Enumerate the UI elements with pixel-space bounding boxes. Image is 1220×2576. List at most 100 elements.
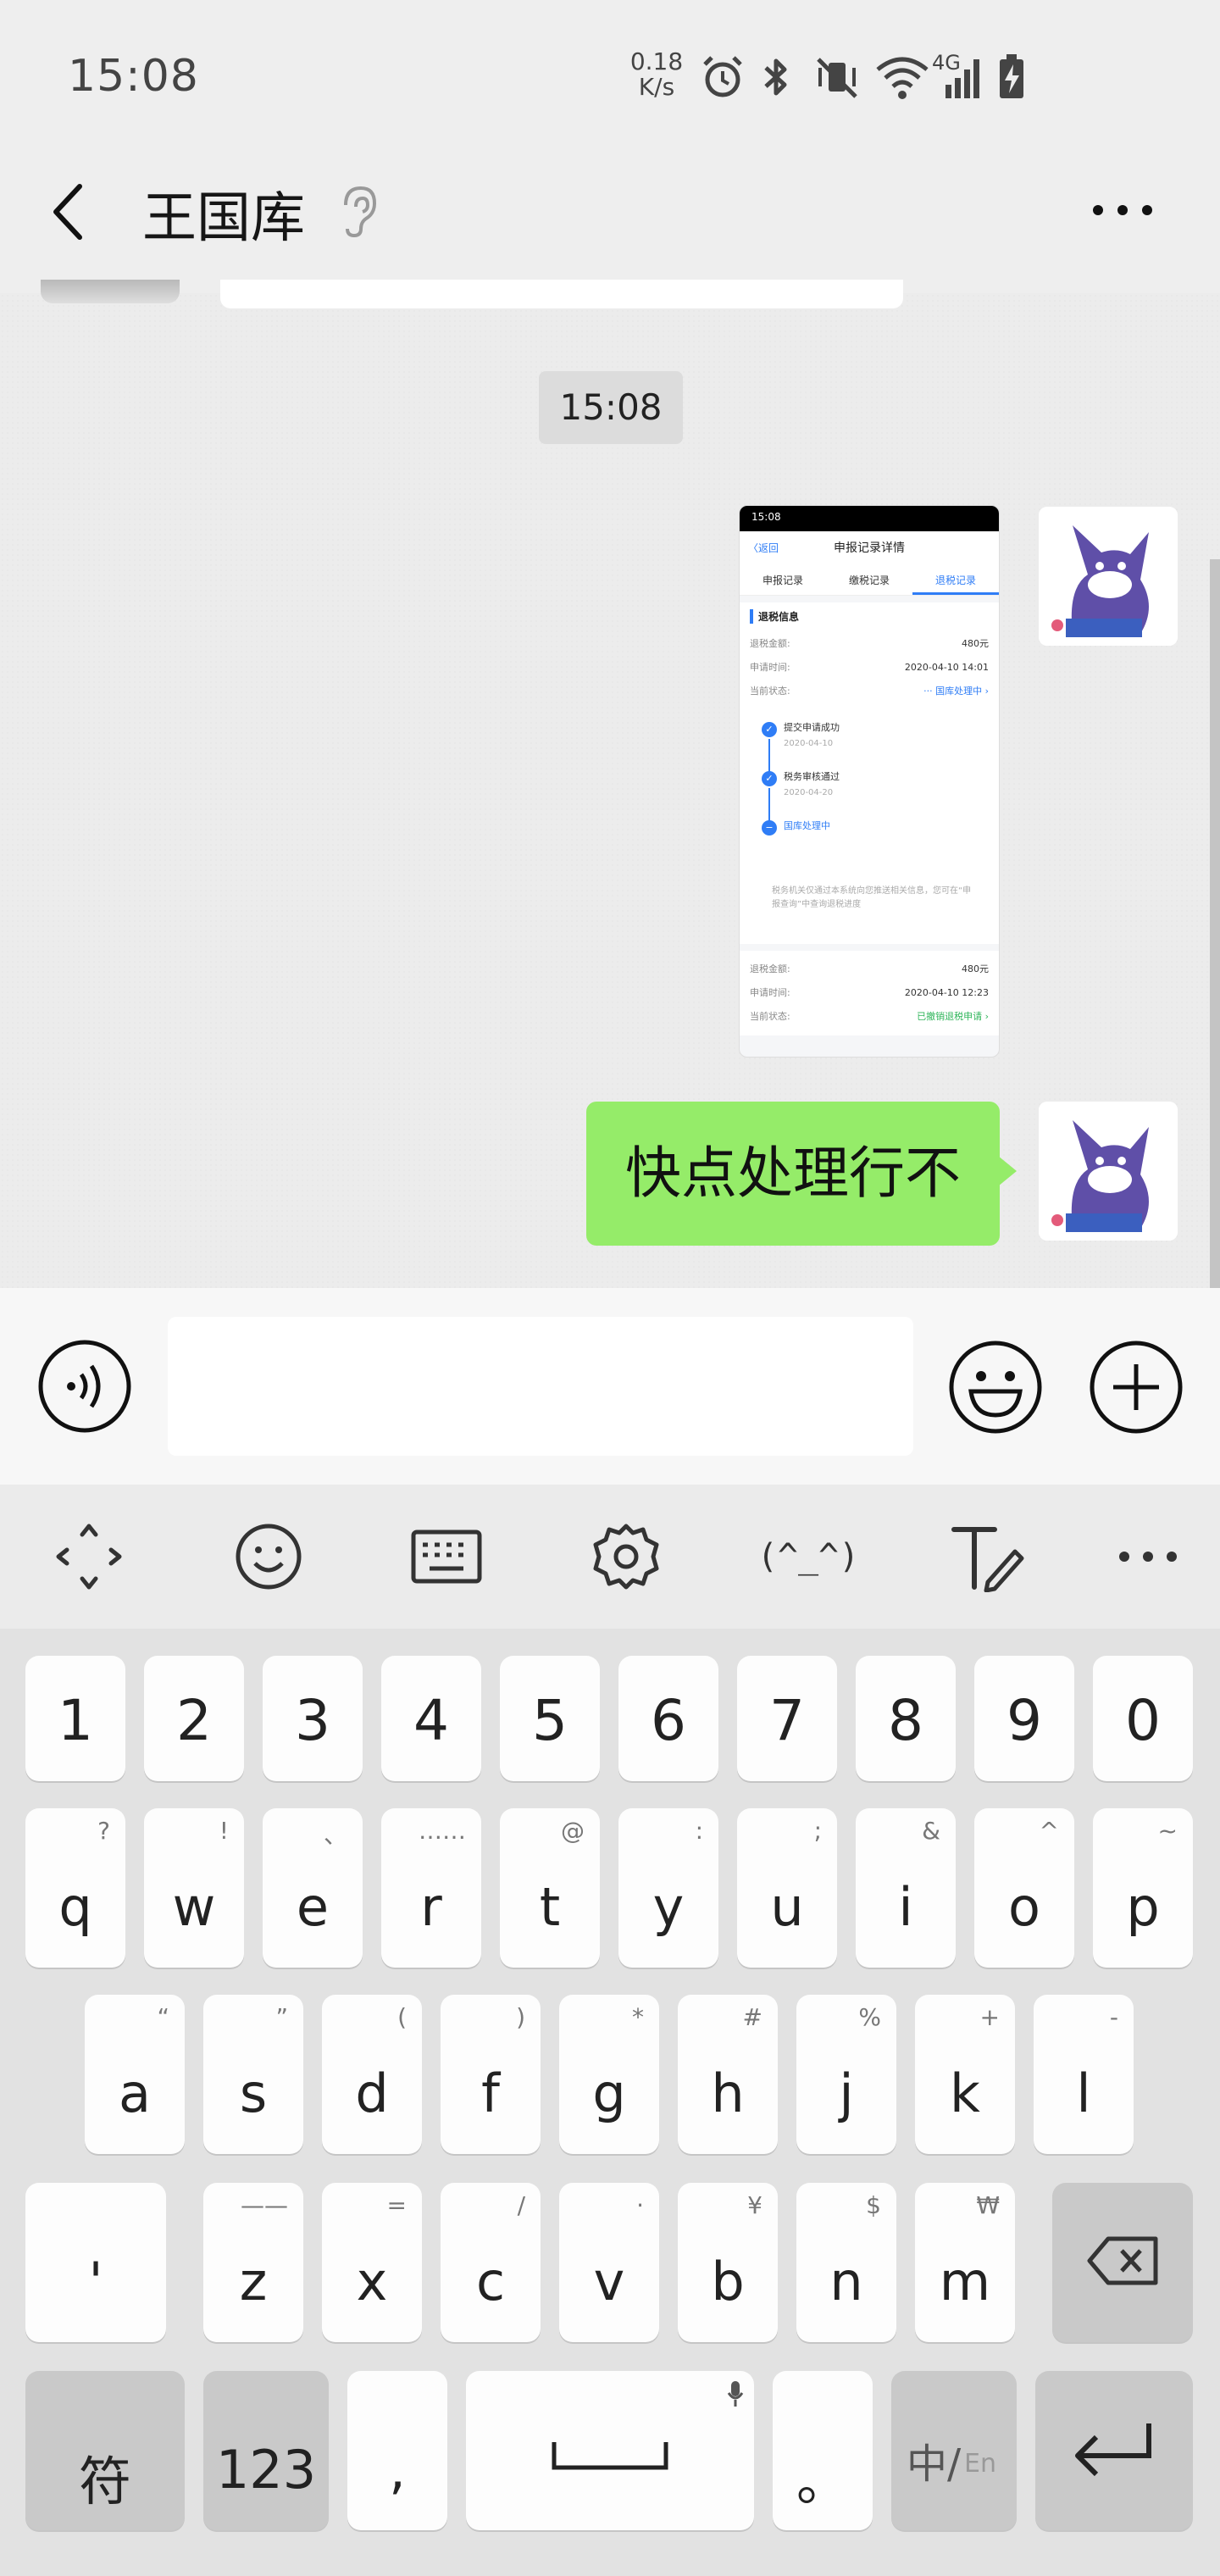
image-message[interactable]: 15:08 〈返回 申报记录详情 申报记录 缴税记录 退税记录 退税信息 退税金… [739,505,1000,1058]
screenshot-nav-title: 申报记录详情 [834,541,905,555]
more-dots-icon[interactable] [1101,1512,1195,1602]
key-z[interactable]: —— z [203,2183,303,2342]
screenshot-step: ✓ 提交申请成功 2020-04-10 [750,720,989,769]
ear-icon[interactable] [337,183,380,239]
key-apostrophe[interactable]: ' [25,2183,166,2342]
key-6[interactable]: 6 [618,1656,718,1781]
screenshot-nav: 〈返回 申报记录详情 [740,531,999,565]
key-a[interactable]: “a [85,1995,185,2154]
chat-title[interactable]: 王国库 [142,175,305,253]
screenshot-refund-card: 退税信息 退税金额: 480元 申请时间: 2020-04-10 14:01 当前状… [740,602,999,944]
enter-icon [1075,2423,1151,2477]
net-speed: 0.18 K/s [627,49,686,100]
comma-key[interactable]: , [347,2371,447,2530]
screenshot-row: 当前状态: ··· 国库处理中 › [750,686,989,697]
kaomoji-button[interactable]: (^_^) [757,1512,859,1602]
bluetooth-icon [764,58,787,96]
plus-icon[interactable] [1088,1339,1184,1435]
key-b[interactable]: ¥ b [678,2183,778,2342]
key-k[interactable]: + k [915,1995,1015,2154]
space-key[interactable] [466,2371,754,2530]
key-9[interactable]: 9 [974,1656,1074,1781]
chevron-left-icon[interactable] [42,178,102,246]
message-input[interactable] [168,1317,913,1456]
key-1[interactable]: 1 [25,1656,125,1781]
screenshot-back-link: 〈返回 [748,542,779,554]
status-time: 15:08 [68,51,199,102]
key-s[interactable]: ” s [203,1995,303,2154]
key-j[interactable]: % j [796,1995,896,2154]
key-2[interactable]: 2 [144,1656,244,1781]
emoji-icon[interactable] [947,1339,1044,1435]
screenshot-row: 退税金额: 480元 [750,963,989,974]
enter-key[interactable] [1035,2371,1193,2530]
key-d[interactable]: (d [322,1995,422,2154]
bubble-tail [998,1156,1017,1186]
screenshot-row: 申请时间: 2020-04-10 14:01 [750,662,989,673]
backspace-key[interactable] [1052,2183,1193,2342]
key-g[interactable]: * g [559,1995,659,2154]
cat-avatar-icon [1039,507,1178,646]
cat-avatar-icon [1039,1102,1178,1241]
key-e[interactable]: 、 e [263,1808,363,1968]
key-t[interactable]: @ t [500,1808,600,1968]
scrollbar[interactable] [1210,559,1220,1288]
screenshot-tabs: 申报记录 缴税记录 退税记录 [740,565,999,596]
key-c[interactable]: / c [441,2183,541,2342]
screenshot-progress-steps: ✓ 提交申请成功 2020-04-10 ✓ 税务审核通过 2020-04-20 − 国库处… [750,720,989,868]
screenshot-row: 申请时间: 2020-04-10 12:23 [750,987,989,998]
emoji-icon[interactable] [222,1512,315,1602]
key-u[interactable]: ; u [737,1808,837,1968]
key-o[interactable]: ^ o [974,1808,1074,1968]
key-x[interactable]: = x [322,2183,422,2342]
key-0[interactable]: 0 [1093,1656,1193,1781]
message-timestamp: 15:08 [539,371,683,444]
key-n[interactable]: $ n [796,2183,896,2342]
screenshot-step: ✓ 税务审核通过 2020-04-20 [750,769,989,819]
screenshot-tab-active: 退税记录 [912,565,999,595]
key-8[interactable]: 8 [856,1656,956,1781]
key-v[interactable]: · v [559,2183,659,2342]
handwriting-icon[interactable] [940,1512,1034,1602]
settings-gear-icon[interactable] [580,1512,673,1602]
key-7[interactable]: 7 [737,1656,837,1781]
avatar[interactable] [41,280,180,303]
screenshot-row: 退税金额: 480元 [750,638,989,649]
key-i[interactable]: & i [856,1808,956,1968]
more-dots-icon[interactable] [1084,193,1161,227]
key-p[interactable]: ~ p [1093,1808,1193,1968]
key-l[interactable]: -l [1034,1995,1134,2154]
signal-icon [946,59,979,98]
key-h[interactable]: # h [678,1995,778,2154]
avatar[interactable] [1039,1102,1178,1241]
language-switch-key[interactable]: 中/En [891,2371,1017,2530]
space-bar-icon [552,2442,668,2470]
screenshot-section-title: 退税信息 [750,609,989,624]
mic-icon [727,2381,744,2407]
avatar[interactable] [1039,507,1178,646]
key-5[interactable]: 5 [500,1656,600,1781]
previous-message-bubble[interactable] [220,280,903,308]
symbol-key[interactable]: 符 [25,2371,185,2530]
key-4[interactable]: 4 [381,1656,481,1781]
wifi-icon [876,57,929,99]
net-speed-unit: K/s [638,73,675,101]
key-w[interactable]: ! w [144,1808,244,1968]
key-r[interactable]: …… r [381,1808,481,1968]
move-cursor-icon[interactable] [42,1512,136,1602]
screenshot-tab: 缴税记录 [848,575,890,586]
key-q[interactable]: ? q [25,1808,125,1968]
voice-icon[interactable] [37,1339,132,1434]
screenshot-note: 税务机关仅通过本系统向您推送相关信息，您可在“申报查询”中查询退税进度 [772,886,972,909]
key-3[interactable]: 3 [263,1656,363,1781]
screenshot-step: − 国库处理中 [750,819,989,868]
number-mode-key[interactable]: 123 [203,2371,329,2530]
key-y[interactable]: :y [618,1808,718,1968]
backspace-icon [1087,2236,1158,2285]
key-m[interactable]: ₩ m [915,2183,1015,2342]
text-message-bubble[interactable]: 快点处理行不 [586,1102,1000,1246]
keyboard-icon[interactable] [400,1512,493,1602]
screenshot-refund-card: 退税金额: 480元 申请时间: 2020-04-10 12:23 当前状态: 已撤销… [740,951,999,1035]
period-key[interactable]: 。 [773,2371,873,2530]
key-f[interactable]: ) f [441,1995,541,2154]
